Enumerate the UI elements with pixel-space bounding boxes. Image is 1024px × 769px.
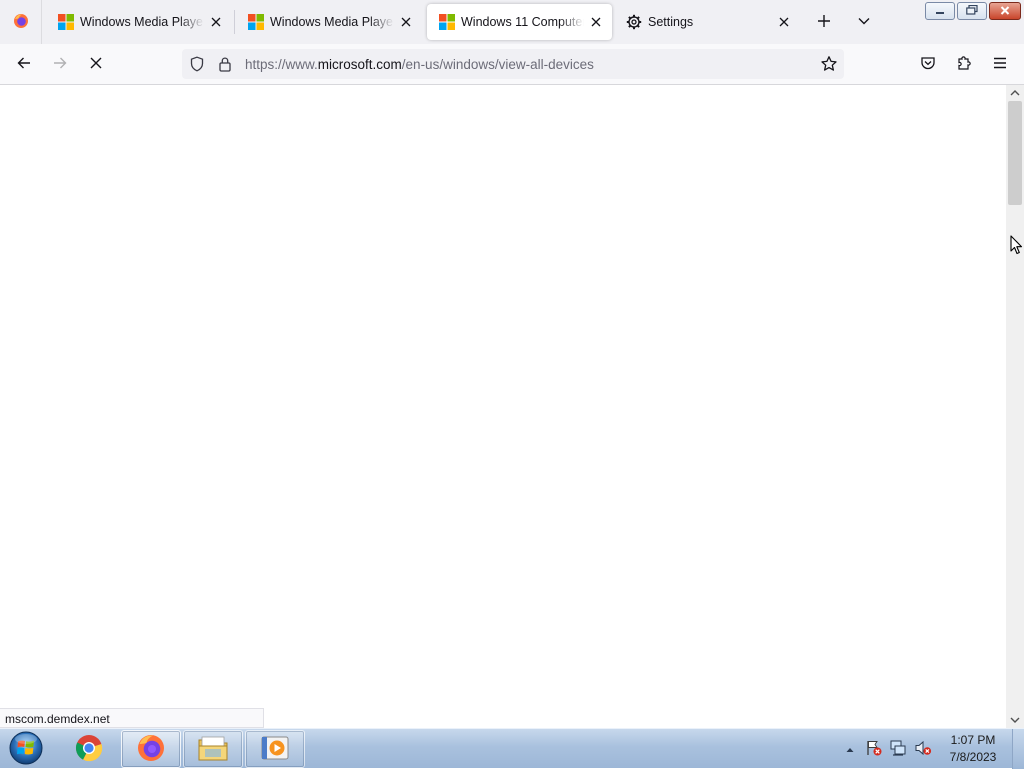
- address-bar[interactable]: https://www.microsoft.com/en-us/windows/…: [182, 49, 844, 79]
- chevron-up-icon: [846, 742, 854, 756]
- tab-settings[interactable]: Settings: [614, 4, 800, 40]
- clock-date: 7/8/2023: [949, 750, 997, 764]
- gear-icon: [626, 14, 642, 30]
- plus-icon: [817, 14, 831, 31]
- action-center-tray[interactable]: [864, 729, 884, 769]
- tab-title: Settings: [648, 15, 694, 29]
- puzzle-piece-icon: [956, 55, 972, 74]
- arrow-left-icon: [16, 55, 32, 74]
- microsoft-logo-icon: [439, 14, 455, 30]
- microsoft-logo-icon: [248, 14, 264, 30]
- pocket-icon: [920, 55, 936, 74]
- url-domain: microsoft.com: [317, 56, 402, 72]
- url-path: /en-us/windows/view-all-devices: [401, 56, 594, 72]
- new-tab-button[interactable]: [810, 8, 838, 36]
- tab-windows-media-player-2[interactable]: Windows Media Player en: [236, 4, 422, 40]
- windows-start-icon: [8, 730, 44, 769]
- tab-title: Windows 11 Computers: [461, 15, 584, 29]
- show-desktop-button[interactable]: [1012, 729, 1024, 769]
- tab-title: Windows Media Player en: [80, 15, 204, 29]
- window-close-button[interactable]: [989, 2, 1021, 20]
- hamburger-menu-icon: [993, 57, 1007, 72]
- action-center-flag-icon: [865, 739, 883, 760]
- bookmark-star-icon[interactable]: [820, 55, 838, 73]
- network-tray[interactable]: [888, 729, 908, 769]
- tab-strip: Windows Media Player en Windows Media Pl…: [0, 0, 1024, 44]
- app-menu-button[interactable]: [986, 50, 1014, 78]
- pocket-button[interactable]: [914, 50, 942, 78]
- network-icon: [889, 739, 907, 760]
- mouse-cursor-icon: [1010, 235, 1024, 255]
- restore-button[interactable]: [957, 2, 987, 20]
- taskbar-file-explorer[interactable]: [183, 730, 243, 768]
- firefox-icon: [13, 13, 29, 32]
- close-tab-icon[interactable]: [776, 14, 792, 30]
- minimize-button[interactable]: [925, 2, 955, 20]
- tab-windows-11-computers[interactable]: Windows 11 Computers: [427, 4, 612, 40]
- firefox-view-button[interactable]: [0, 0, 42, 44]
- clock-time: 1:07 PM: [950, 733, 996, 747]
- tracking-protection-shield-icon[interactable]: [189, 56, 205, 72]
- close-tab-icon[interactable]: [398, 14, 414, 30]
- stop-x-icon: [89, 56, 103, 73]
- firefox-icon: [136, 733, 166, 766]
- scrollbar-thumb[interactable]: [1008, 101, 1022, 205]
- volume-tray[interactable]: [912, 729, 934, 769]
- arrow-right-icon: [52, 55, 68, 74]
- tab-windows-media-player-1[interactable]: Windows Media Player en: [46, 4, 232, 40]
- chevron-down-icon: [857, 14, 871, 31]
- vertical-scrollbar[interactable]: [1006, 85, 1024, 728]
- page-content-blank[interactable]: [0, 85, 1006, 728]
- taskbar-media-player[interactable]: [245, 730, 305, 768]
- scroll-down-arrow-icon[interactable]: [1006, 712, 1024, 728]
- extensions-button[interactable]: [950, 50, 978, 78]
- start-button[interactable]: [6, 731, 46, 767]
- minimize-icon: [935, 4, 945, 18]
- list-all-tabs-button[interactable]: [850, 8, 878, 36]
- url-prefix: https://www.: [245, 56, 318, 72]
- stop-loading-button[interactable]: [82, 50, 110, 78]
- close-icon: [1000, 4, 1010, 18]
- close-tab-icon[interactable]: [208, 14, 224, 30]
- taskbar: 1:07 PM 7/8/2023: [0, 728, 1024, 769]
- back-button[interactable]: [10, 50, 38, 78]
- forward-button[interactable]: [46, 50, 74, 78]
- taskbar-chrome[interactable]: [59, 730, 119, 768]
- file-explorer-icon: [197, 734, 229, 765]
- url-text[interactable]: https://www.microsoft.com/en-us/windows/…: [245, 57, 594, 72]
- restore-icon: [966, 4, 978, 18]
- navigation-toolbar: https://www.microsoft.com/en-us/windows/…: [0, 44, 1024, 85]
- scroll-up-arrow-icon[interactable]: [1006, 85, 1024, 101]
- tab-separator: [234, 10, 235, 34]
- microsoft-logo-icon: [58, 14, 74, 30]
- volume-muted-icon: [914, 739, 932, 760]
- system-clock[interactable]: 1:07 PM 7/8/2023: [936, 732, 1010, 766]
- status-panel: mscom.demdex.net: [0, 708, 264, 728]
- show-hidden-icons-button[interactable]: [842, 729, 858, 769]
- lock-icon[interactable]: [217, 56, 233, 72]
- close-tab-icon[interactable]: [588, 14, 604, 30]
- tab-title: Windows Media Player en: [270, 15, 394, 29]
- media-player-icon: [260, 734, 290, 765]
- chrome-icon: [74, 733, 104, 766]
- taskbar-firefox[interactable]: [121, 730, 181, 768]
